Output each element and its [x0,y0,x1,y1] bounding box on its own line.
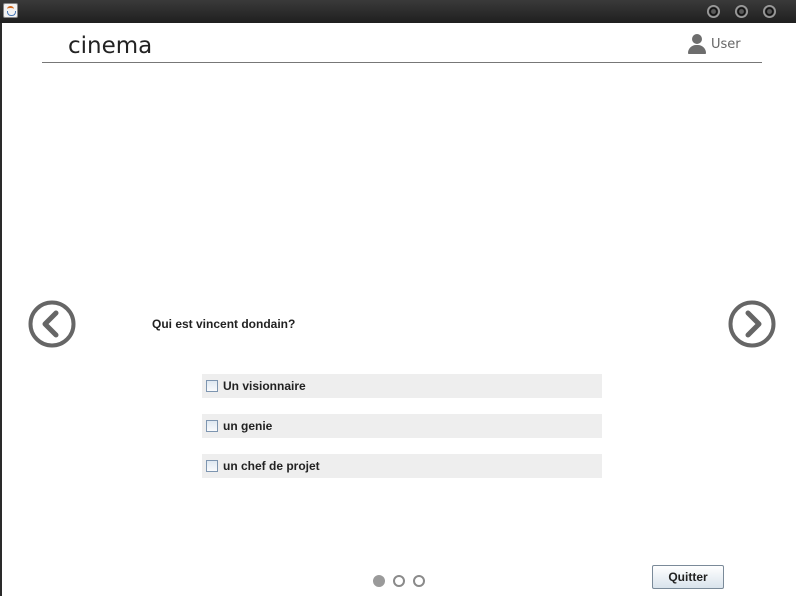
answer-label: Un visionnaire [223,379,306,393]
answer-option-3[interactable]: un chef de projet [202,454,602,478]
header-divider [42,62,762,63]
java-icon [3,3,18,18]
answer-checkbox[interactable] [206,380,218,392]
next-question-button[interactable] [728,300,776,348]
user-label: User [711,36,741,52]
answer-option-1[interactable]: Un visionnaire [202,374,602,398]
pagination-dot-2[interactable] [393,575,405,587]
answer-option-2[interactable]: un genie [202,414,602,438]
page-title: cinema [68,33,153,59]
answer-checkbox[interactable] [206,420,218,432]
chevron-right-circle-icon [728,300,776,348]
window-frame-left [0,23,2,596]
answer-checkbox[interactable] [206,460,218,472]
window-titlebar [0,0,796,23]
chevron-left-circle-icon [28,300,76,348]
answer-label: un chef de projet [223,459,320,473]
quit-button[interactable]: Quitter [652,565,724,589]
user-menu[interactable]: User [688,34,741,54]
pagination-dot-3[interactable] [413,575,425,587]
minimize-icon[interactable] [707,5,720,18]
maximize-icon[interactable] [735,5,748,18]
user-icon [688,34,706,54]
close-icon[interactable] [763,5,776,18]
question-text: Qui est vincent dondain? [152,317,296,331]
answer-label: un genie [223,419,273,433]
pagination-dot-1[interactable] [373,575,385,587]
previous-question-button[interactable] [28,300,76,348]
